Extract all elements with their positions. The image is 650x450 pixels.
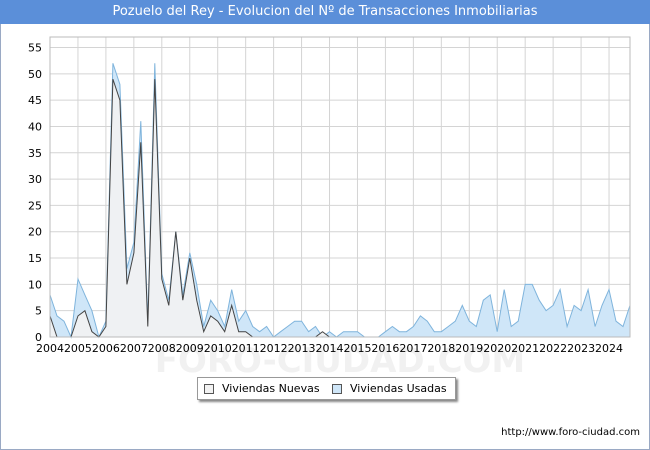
source-url: http://www.foro-ciudad.com <box>501 427 640 438</box>
y-tick-label: 5 <box>35 305 42 318</box>
y-tick-label: 30 <box>28 173 42 186</box>
y-tick-label: 10 <box>28 278 42 291</box>
y-tick-label: 20 <box>28 226 42 239</box>
x-tick-label: 2021 <box>511 342 539 355</box>
x-tick-label: 2009 <box>176 342 204 355</box>
x-tick-label: 2005 <box>64 342 92 355</box>
legend-swatch-usadas <box>332 384 342 394</box>
y-tick-label: 35 <box>28 147 42 160</box>
x-tick-label: 2015 <box>343 342 371 355</box>
x-tick-label: 2019 <box>455 342 483 355</box>
x-tick-label: 2018 <box>427 342 455 355</box>
x-tick-label: 2004 <box>36 342 64 355</box>
x-tick-label: 2011 <box>232 342 260 355</box>
x-tick-label: 2007 <box>120 342 148 355</box>
y-tick-label: 40 <box>28 120 42 133</box>
legend-label-usadas: Viviendas Usadas <box>350 382 447 395</box>
legend-swatch-nuevas <box>204 384 214 394</box>
x-tick-label: 2023 <box>567 342 595 355</box>
x-tick-label: 2014 <box>316 342 344 355</box>
x-tick-label: 2013 <box>288 342 316 355</box>
y-tick-label: 25 <box>28 199 42 212</box>
x-tick-label: 2020 <box>483 342 511 355</box>
y-tick-label: 45 <box>28 94 42 107</box>
x-tick-label: 2017 <box>399 342 427 355</box>
y-tick-label: 55 <box>28 42 42 55</box>
chart-page: Pozuelo del Rey - Evolucion del Nº de Tr… <box>0 0 650 450</box>
x-tick-label: 2016 <box>371 342 399 355</box>
x-tick-label: 2006 <box>92 342 120 355</box>
y-tick-label: 15 <box>28 252 42 265</box>
x-tick-label: 2012 <box>260 342 288 355</box>
legend-label-nuevas: Viviendas Nuevas <box>222 382 320 395</box>
x-tick-label: 2010 <box>204 342 232 355</box>
y-tick-label: 50 <box>28 68 42 81</box>
x-tick-label: 2024 <box>595 342 623 355</box>
legend: Viviendas Nuevas Viviendas Usadas <box>197 377 456 400</box>
x-tick-label: 2022 <box>539 342 567 355</box>
x-tick-label: 2008 <box>148 342 176 355</box>
